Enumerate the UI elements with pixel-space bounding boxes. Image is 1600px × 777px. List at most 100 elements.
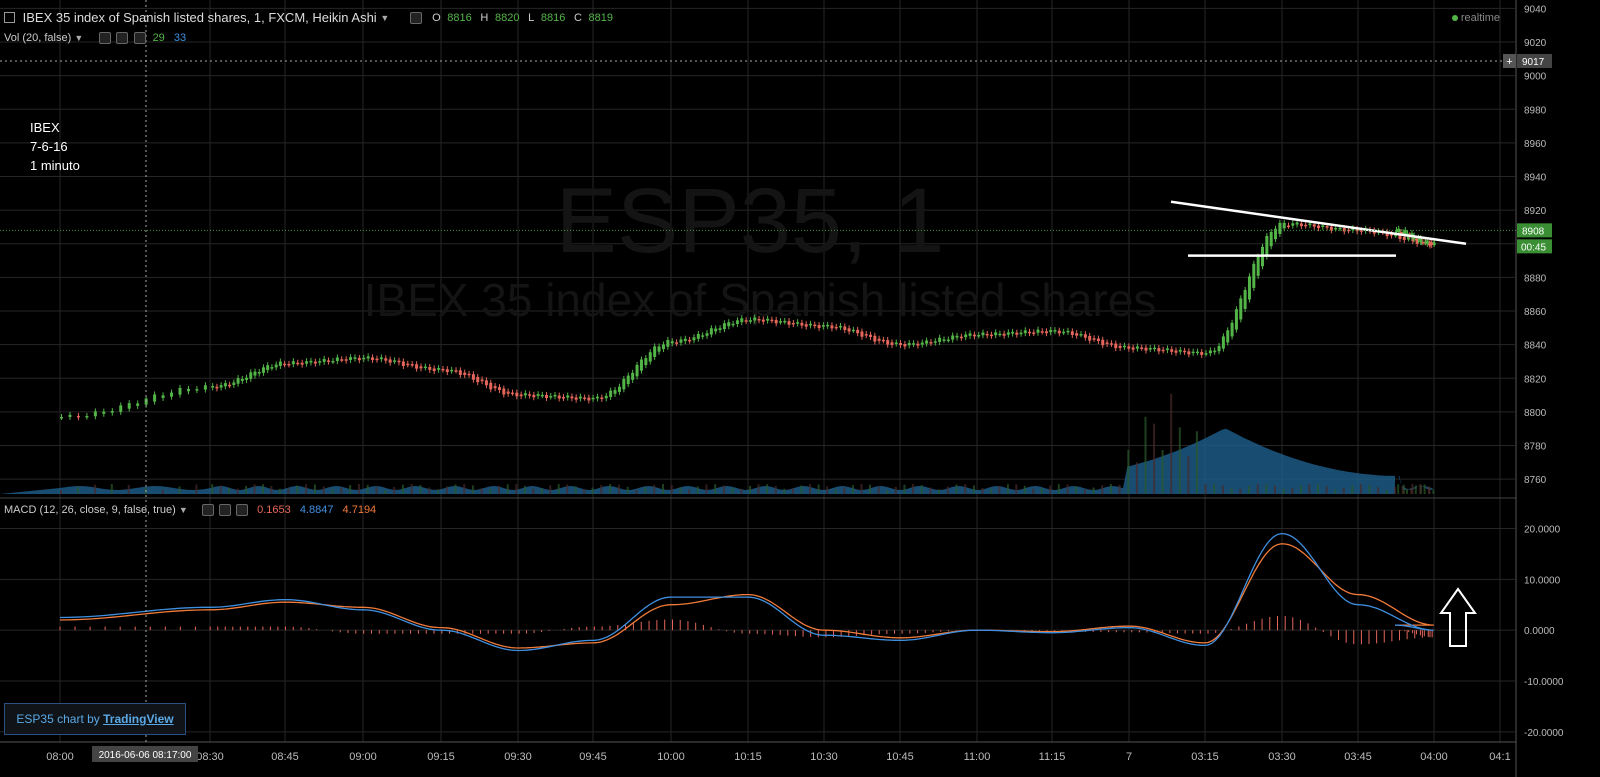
- volume-bar: [1256, 484, 1259, 494]
- candle: [419, 366, 423, 369]
- gear-icon[interactable]: [116, 32, 129, 45]
- volume-bar: [740, 488, 743, 494]
- volume-bar: [1432, 489, 1435, 494]
- volume-legend-label[interactable]: Vol (20, false): [4, 31, 71, 45]
- volume-bar: [161, 489, 164, 494]
- tradingview-link[interactable]: TradingView: [103, 712, 173, 726]
- candle: [219, 385, 223, 388]
- chart-title[interactable]: IBEX 35 index of Spanish listed shares, …: [23, 10, 377, 25]
- volume-bar: [60, 490, 62, 494]
- volume-bar: [1368, 484, 1371, 494]
- candle: [1049, 329, 1053, 333]
- chevron-down-icon[interactable]: ▼: [74, 31, 83, 45]
- volume-bar: [731, 488, 734, 494]
- volume-bar: [670, 485, 673, 494]
- time-tick-label: 10:00: [657, 751, 685, 763]
- candle: [860, 331, 864, 337]
- volume-bar: [349, 485, 352, 494]
- volume-bar: [1317, 484, 1319, 494]
- candle: [1040, 331, 1044, 333]
- price-tick-label: 8980: [1524, 105, 1547, 116]
- candle: [1304, 224, 1308, 227]
- candle: [873, 335, 877, 342]
- volume-bar: [600, 485, 603, 494]
- candle: [856, 329, 860, 334]
- candle: [890, 342, 894, 345]
- eye-icon[interactable]: [99, 32, 112, 45]
- candle: [617, 386, 621, 392]
- volume-bar: [1230, 488, 1233, 494]
- candle: [834, 326, 838, 329]
- candle: [493, 386, 497, 389]
- close-icon[interactable]: [133, 32, 146, 45]
- candle: [161, 395, 165, 399]
- candle: [195, 389, 199, 391]
- volume-bar: [178, 486, 181, 494]
- candle: [1187, 351, 1191, 355]
- candle: [1282, 222, 1286, 229]
- volume-bar: [287, 488, 290, 494]
- price-tick-label: 8820: [1524, 374, 1547, 385]
- candle: [362, 357, 366, 360]
- volume-bar: [1032, 488, 1035, 494]
- candle: [757, 318, 761, 321]
- candle: [305, 361, 309, 364]
- volume-bar: [1204, 484, 1207, 494]
- candle: [1170, 349, 1174, 352]
- candle: [821, 325, 825, 327]
- volume-bar: [340, 487, 343, 494]
- candle: [796, 322, 800, 324]
- candle: [959, 336, 963, 339]
- macd-histogram-value: 0.1653: [257, 504, 291, 517]
- volume-bar: [245, 485, 247, 494]
- candle: [240, 378, 244, 381]
- watermark-symbol: ESP35, 1: [556, 170, 945, 272]
- candle: [331, 360, 335, 363]
- volume-bar: [1057, 484, 1060, 494]
- volume-bar: [557, 484, 560, 494]
- settings-icon[interactable]: [410, 11, 423, 24]
- candle: [1213, 350, 1217, 353]
- candle: [1414, 238, 1418, 241]
- candle: [1118, 345, 1122, 348]
- chevron-down-icon[interactable]: ▼: [380, 11, 389, 25]
- crosshair-plus-glyph: +: [1506, 56, 1512, 68]
- time-tick-label: 08:45: [271, 751, 299, 763]
- volume-bar: [1075, 486, 1078, 494]
- badge-prefix: ESP35 chart by: [16, 712, 104, 726]
- candle: [1269, 231, 1273, 247]
- realtime-indicator: realtime: [1451, 12, 1500, 24]
- candle: [536, 394, 540, 397]
- chevron-down-icon[interactable]: ▼: [179, 503, 188, 517]
- candle: [916, 343, 920, 346]
- volume-bar: [253, 484, 256, 494]
- chart-annotation[interactable]: IBEX 7-6-16 1 minuto: [30, 118, 80, 175]
- candle: [340, 359, 344, 361]
- candle: [1239, 298, 1243, 320]
- gear-icon[interactable]: [218, 504, 231, 517]
- collapse-icon[interactable]: [4, 12, 15, 24]
- chart-canvas[interactable]: ESP35, 1 IBEX 35 index of Spanish listed…: [0, 0, 1600, 777]
- volume-bar: [532, 488, 535, 494]
- candle: [506, 391, 510, 394]
- eye-icon[interactable]: [201, 504, 214, 517]
- close-icon[interactable]: [236, 504, 249, 517]
- candle: [907, 342, 911, 346]
- candle: [1291, 223, 1295, 226]
- price-tick-label: 8840: [1524, 341, 1547, 352]
- candle: [657, 346, 661, 352]
- candle: [968, 333, 972, 336]
- candle: [287, 363, 291, 366]
- volume-bar: [1428, 486, 1430, 494]
- candle: [1165, 348, 1169, 351]
- candle: [450, 369, 454, 372]
- macd-legend-label[interactable]: MACD (12, 26, close, 9, false, true): [4, 503, 176, 517]
- candle: [670, 341, 674, 344]
- axes: 9040902090008980896089408920890088808860…: [0, 0, 1564, 777]
- candle: [467, 373, 471, 376]
- candle: [1101, 339, 1105, 346]
- tradingview-badge[interactable]: ESP35 chart by TradingView: [4, 703, 186, 735]
- candle: [929, 342, 933, 344]
- candle: [93, 411, 97, 417]
- candle: [423, 366, 427, 369]
